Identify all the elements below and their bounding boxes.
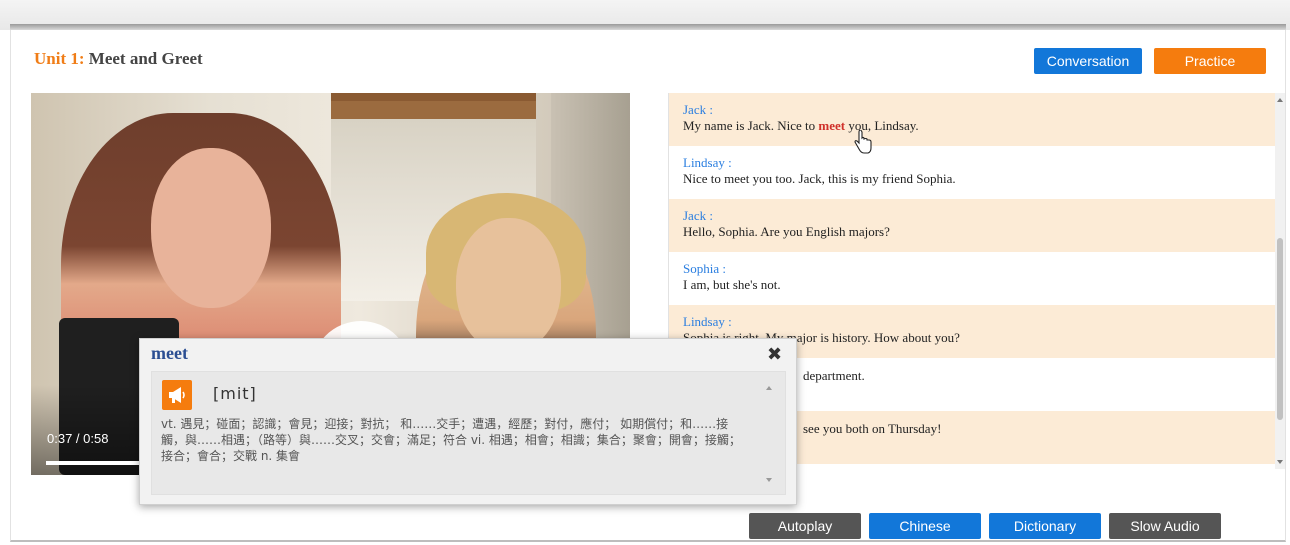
- transcript-line[interactable]: Sophia : I am, but she's not.: [669, 252, 1275, 305]
- video-scene: [456, 218, 561, 353]
- speaker-name: Sophia :: [683, 261, 726, 276]
- phonetic: [mit]: [213, 384, 257, 403]
- close-icon[interactable]: ✖: [767, 344, 782, 365]
- speaker-name: Jack :: [683, 102, 713, 117]
- dictionary-entry: [mit] vt. 遇見；碰面；認識；會見；迎接；對抗； 和……交手；遭遇，經歷…: [151, 371, 786, 495]
- highlighted-word[interactable]: meet: [818, 118, 845, 133]
- dictionary-word: meet: [151, 343, 188, 363]
- video-time: 0:37 / 0:58: [47, 431, 109, 446]
- page-title: Unit 1: Meet and Greet: [34, 49, 203, 69]
- speaker-name: Lindsay :: [683, 314, 732, 329]
- speaker-name: Jack :: [683, 208, 713, 223]
- transcript-line[interactable]: Jack : Hello, Sophia. Are you English ma…: [669, 199, 1275, 252]
- unit-number: Unit 1:: [34, 49, 85, 68]
- scroll-up-icon[interactable]: [1277, 98, 1283, 102]
- chinese-button[interactable]: Chinese: [869, 513, 981, 539]
- scroll-down-icon[interactable]: [766, 478, 772, 482]
- line-text: Hello, Sophia. Are you English majors?: [683, 224, 890, 239]
- video-scene: [151, 148, 271, 308]
- scroll-up-icon[interactable]: [766, 386, 772, 390]
- autoplay-button[interactable]: Autoplay: [749, 513, 861, 539]
- practice-tab-button[interactable]: Practice: [1154, 48, 1266, 74]
- dictionary-button[interactable]: Dictionary: [989, 513, 1101, 539]
- hand-cursor-icon: [854, 130, 872, 154]
- top-bar: [0, 0, 1290, 30]
- transcript-scrollbar[interactable]: [1275, 93, 1285, 469]
- conversation-tab-button[interactable]: Conversation: [1034, 48, 1142, 74]
- line-text: I am, but she's not.: [683, 277, 781, 292]
- speaker-name: Lindsay :: [683, 155, 732, 170]
- scroll-down-icon[interactable]: [1277, 460, 1283, 464]
- slow-audio-button[interactable]: Slow Audio: [1109, 513, 1221, 539]
- line-text: Nice to meet you too. Jack, this is my f…: [683, 171, 956, 186]
- dictionary-popup: meet ✖ [mit] vt. 遇見；碰面；認識；會見；迎接；對抗； 和……交…: [139, 338, 797, 505]
- unit-name: Meet and Greet: [88, 49, 203, 68]
- line-text: My name is Jack. Nice to meet you, Linds…: [683, 118, 919, 133]
- definition-text: vt. 遇見；碰面；認識；會見；迎接；對抗； 和……交手；遭遇，經歷；對付，應付…: [161, 417, 741, 463]
- megaphone-icon[interactable]: [162, 380, 192, 410]
- scroll-thumb[interactable]: [1277, 238, 1283, 420]
- transcript-line[interactable]: Lindsay : Nice to meet you too. Jack, th…: [669, 146, 1275, 199]
- transcript-line[interactable]: Jack : My name is Jack. Nice to meet you…: [669, 93, 1275, 146]
